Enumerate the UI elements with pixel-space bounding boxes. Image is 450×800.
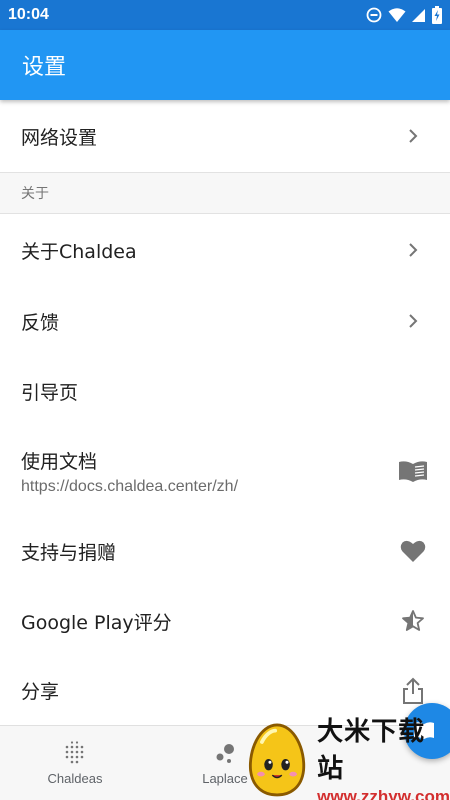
watermark-title: 大米下载站 bbox=[317, 716, 426, 784]
signal-icon bbox=[412, 9, 425, 22]
battery-charging-icon bbox=[432, 6, 442, 24]
support-donate-label: 支持与捐赠 bbox=[21, 541, 117, 564]
do-not-disturb-icon bbox=[366, 7, 382, 23]
settings-list: 网络设置 关于 关于Chaldea 反馈 引导页 使用文档 https://do… bbox=[0, 100, 450, 725]
chevron-right-icon bbox=[398, 306, 428, 336]
status-time: 10:04 bbox=[8, 6, 49, 23]
docs-text: 使用文档 https://docs.chaldea.center/zh/ bbox=[21, 447, 238, 496]
feedback-item[interactable]: 反馈 bbox=[0, 286, 450, 356]
watermark-url: www.zzhyw.com bbox=[317, 786, 450, 800]
chevron-right-icon bbox=[398, 235, 428, 265]
section-header-label: 关于 bbox=[21, 186, 49, 202]
network-settings-label: 网络设置 bbox=[21, 126, 98, 149]
chevron-right-icon bbox=[398, 121, 428, 151]
wifi-icon bbox=[388, 8, 406, 22]
about-chaldea-label: 关于Chaldea bbox=[21, 240, 137, 263]
page-title: 设置 bbox=[22, 55, 67, 80]
status-bar: 10:04 bbox=[0, 0, 450, 30]
docs-url: https://docs.chaldea.center/zh/ bbox=[21, 477, 239, 495]
google-play-rating-label: Google Play评分 bbox=[21, 611, 172, 634]
share-label: 分享 bbox=[21, 681, 60, 703]
nav-item-chaldeas[interactable]: Chaldeas bbox=[20, 726, 130, 800]
share-icon bbox=[398, 676, 428, 706]
star-half-icon bbox=[398, 606, 428, 636]
about-chaldea-item[interactable]: 关于Chaldea bbox=[0, 214, 450, 286]
docs-item[interactable]: 使用文档 https://docs.chaldea.center/zh/ bbox=[0, 426, 450, 516]
guide-page-item[interactable]: 引导页 bbox=[0, 356, 450, 426]
google-play-rating-item[interactable]: Google Play评分 bbox=[0, 586, 450, 656]
egg-mascot-logo bbox=[248, 723, 306, 796]
watermark-text: 大米下载站 www.zzhyw.com bbox=[317, 711, 450, 800]
heart-icon bbox=[398, 536, 428, 566]
status-icons bbox=[366, 6, 442, 24]
app-bar: 设置 bbox=[0, 30, 450, 100]
section-header-about: 关于 bbox=[0, 172, 450, 214]
feedback-label: 反馈 bbox=[21, 311, 60, 334]
docs-label: 使用文档 bbox=[21, 450, 98, 473]
book-icon bbox=[398, 456, 428, 486]
guide-page-label: 引导页 bbox=[21, 381, 79, 404]
dots-grid-icon bbox=[65, 741, 84, 764]
nav-label-chaldeas: Chaldeas bbox=[47, 771, 103, 786]
support-donate-item[interactable]: 支持与捐赠 bbox=[0, 516, 450, 586]
bubbles-icon bbox=[216, 744, 234, 763]
nav-label-laplace: Laplace bbox=[202, 771, 248, 786]
network-settings-item[interactable]: 网络设置 bbox=[0, 100, 450, 172]
watermark: 大米下载站 www.zzhyw.com bbox=[243, 717, 450, 800]
